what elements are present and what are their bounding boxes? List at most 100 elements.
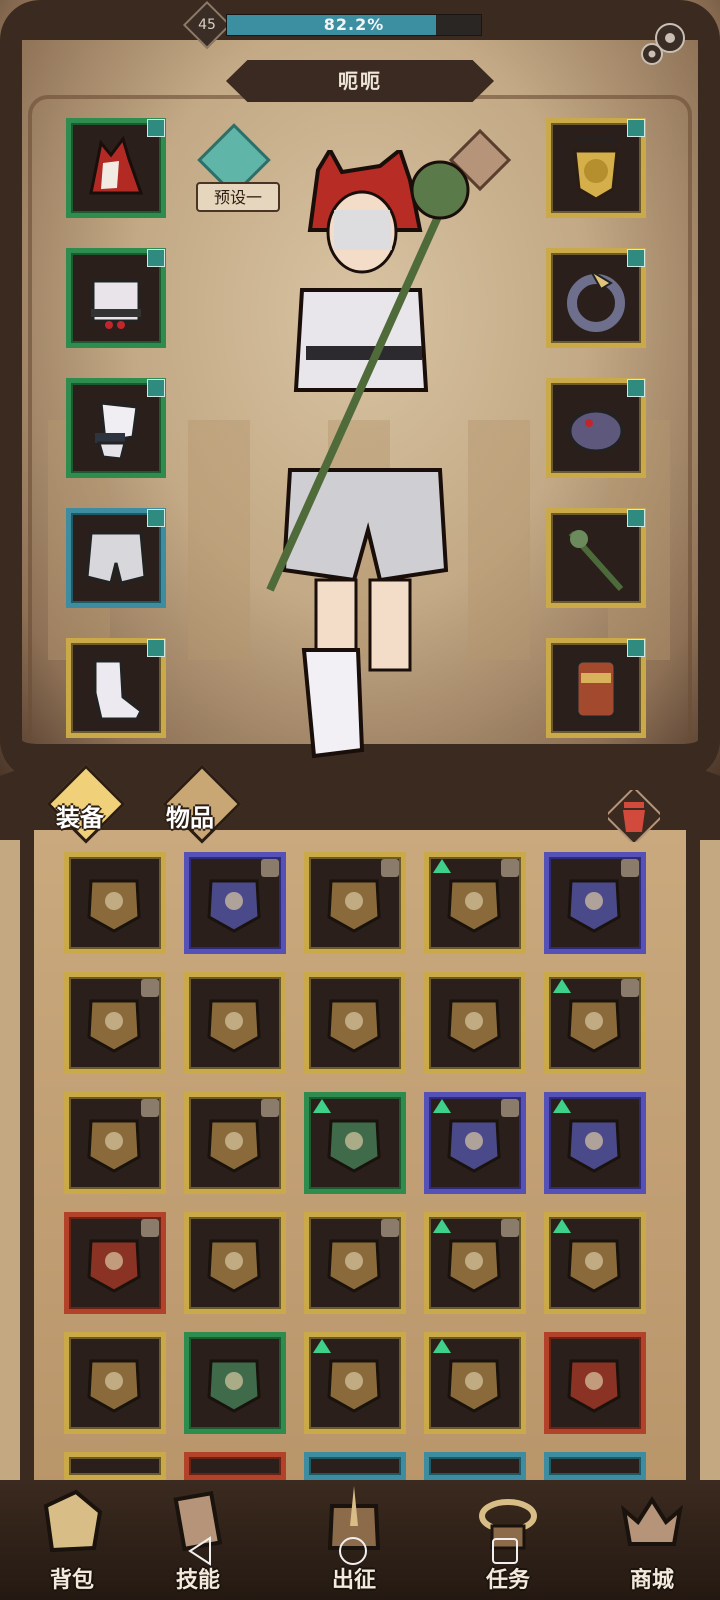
nav-backpack[interactable]: 背包 (0, 1480, 144, 1600)
lion-amulet-icon (207, 1119, 261, 1173)
inventory-slot-blue-coat[interactable] (424, 1332, 526, 1434)
trash-icon[interactable] (608, 790, 660, 842)
equip-slot-feet[interactable] (66, 638, 166, 738)
lock-icon (141, 979, 159, 997)
inventory-slot-dark-wand[interactable] (184, 972, 286, 1074)
xp-percent: 82.2% (323, 15, 385, 34)
equip-slot-ring[interactable] (546, 248, 646, 348)
lock-icon (381, 859, 399, 877)
lock-icon (261, 1099, 279, 1117)
upgrade-arrow-icon (313, 1339, 331, 1353)
inventory-slot-dark-pants[interactable] (424, 1212, 526, 1314)
lion-amulet-icon (573, 137, 619, 201)
equip-slot-body[interactable] (66, 248, 166, 348)
nav-label-shop: 商城 (629, 1568, 674, 1593)
inventory-slot-partial[interactable] (64, 1452, 166, 1480)
inventory-slot-compass-book[interactable] (304, 1332, 406, 1434)
tab-equipment[interactable]: 装备 (56, 796, 104, 840)
crimson-gauntlet-icon (567, 1239, 621, 1293)
backpack-icon (43, 1489, 103, 1553)
lock-icon (261, 859, 279, 877)
dark-wand-icon (207, 999, 261, 1053)
lock-icon (501, 859, 519, 877)
upgrade-arrow-icon (433, 859, 451, 873)
system-recents-icon[interactable] (488, 1534, 522, 1568)
inventory-slot-gem-ring[interactable] (544, 852, 646, 954)
inventory-slot-iron-boots[interactable] (304, 1212, 406, 1314)
equip-slot-weapon[interactable] (546, 508, 646, 608)
inventory-slot-cross-shield[interactable] (64, 1212, 166, 1314)
ruffle-top-icon (207, 1359, 261, 1413)
shadow-coat-icon (327, 1119, 381, 1173)
settings-gear-icon[interactable] (634, 16, 690, 72)
blue-coat-icon (447, 1359, 501, 1413)
character-name: 呃呃 (338, 69, 382, 93)
equip-slot-trinket[interactable] (546, 378, 646, 478)
inventory-slot-shadow-coat[interactable] (304, 1092, 406, 1194)
winged-shoes-icon (93, 659, 143, 721)
level-xp-bar: 45 82.2% (182, 0, 490, 50)
equip-slot-necklace[interactable] (546, 118, 646, 218)
inventory-slot-partial[interactable] (304, 1452, 406, 1480)
inventory-slot-demon-mask[interactable] (544, 1332, 646, 1434)
inventory-slot-thorn-staff[interactable] (424, 972, 526, 1074)
iron-helm-icon (327, 999, 381, 1053)
inventory-slot-beast-mask[interactable] (544, 972, 646, 1074)
gold-boots-icon (87, 1359, 141, 1413)
inventory-slot-purple-gauntlet[interactable] (424, 1092, 526, 1194)
gauntlet-icon (575, 659, 617, 719)
cross-necklace-icon (207, 879, 261, 933)
equip-slot-legs[interactable] (66, 508, 166, 608)
bloomers-icon (85, 531, 147, 585)
lock-icon (501, 1219, 519, 1237)
inventory-slot-partial[interactable] (544, 1452, 646, 1480)
inventory-slot-ruffle-top[interactable] (184, 1332, 286, 1434)
inventory-slot-red-armor[interactable] (64, 972, 166, 1074)
chain-lantern-icon (327, 879, 381, 933)
red-cloak-icon (87, 1119, 141, 1173)
inventory-slot-crimson-gauntlet[interactable] (544, 1212, 646, 1314)
black-gauntlet-icon (567, 1119, 621, 1173)
shop-crown-icon (621, 1496, 683, 1546)
nav-shop[interactable]: 商城 (580, 1480, 720, 1600)
equip-slot-hands[interactable] (66, 378, 166, 478)
horn-ring-icon (567, 268, 625, 332)
nav-label-backpack: 背包 (49, 1568, 94, 1593)
upgrade-arrow-icon (553, 1219, 571, 1233)
inventory-slot-black-gauntlet[interactable] (544, 1092, 646, 1194)
inventory-slot-heart-necklace[interactable] (64, 852, 166, 954)
inventory-slot-partial[interactable] (424, 1452, 526, 1480)
system-back-icon[interactable] (184, 1534, 218, 1568)
ruffle-top-icon (91, 279, 141, 329)
upgrade-arrow-icon (553, 979, 571, 993)
dark-pants-icon (447, 1239, 501, 1293)
heart-necklace-icon (87, 879, 141, 933)
inventory-slot-red-cloak[interactable] (64, 1092, 166, 1194)
inventory-slot-cross-necklace[interactable] (184, 852, 286, 954)
inventory-slot-chain-lantern[interactable] (304, 852, 406, 954)
red-hood-icon (89, 135, 144, 195)
vine-staff-icon (568, 530, 624, 591)
equip-slot-head[interactable] (66, 118, 166, 218)
upgrade-arrow-icon (313, 1099, 331, 1113)
inventory-slot-gold-boots[interactable] (64, 1332, 166, 1434)
upgrade-arrow-icon (433, 1219, 451, 1233)
lock-icon (501, 1099, 519, 1117)
ruffle-cuff-icon (95, 401, 139, 461)
vine-staff-icon (207, 1239, 261, 1293)
thorn-staff-icon (447, 999, 501, 1053)
inventory-slot-partial[interactable] (184, 1452, 286, 1480)
tab-items[interactable]: 物品 (166, 796, 214, 840)
character-figure (266, 150, 470, 759)
gem-ring-icon (567, 879, 621, 933)
lock-icon (381, 1219, 399, 1237)
equip-slot-offhand[interactable] (546, 638, 646, 738)
inventory-slot-chain-charm[interactable] (424, 852, 526, 954)
inventory-slot-iron-helm[interactable] (304, 972, 406, 1074)
lock-icon (621, 859, 639, 877)
inventory-slot-vine-staff[interactable] (184, 1212, 286, 1314)
cross-shield-icon (87, 1239, 141, 1293)
upgrade-arrow-icon (433, 1339, 451, 1353)
inventory-slot-lion-amulet[interactable] (184, 1092, 286, 1194)
system-home-icon[interactable] (336, 1534, 370, 1568)
